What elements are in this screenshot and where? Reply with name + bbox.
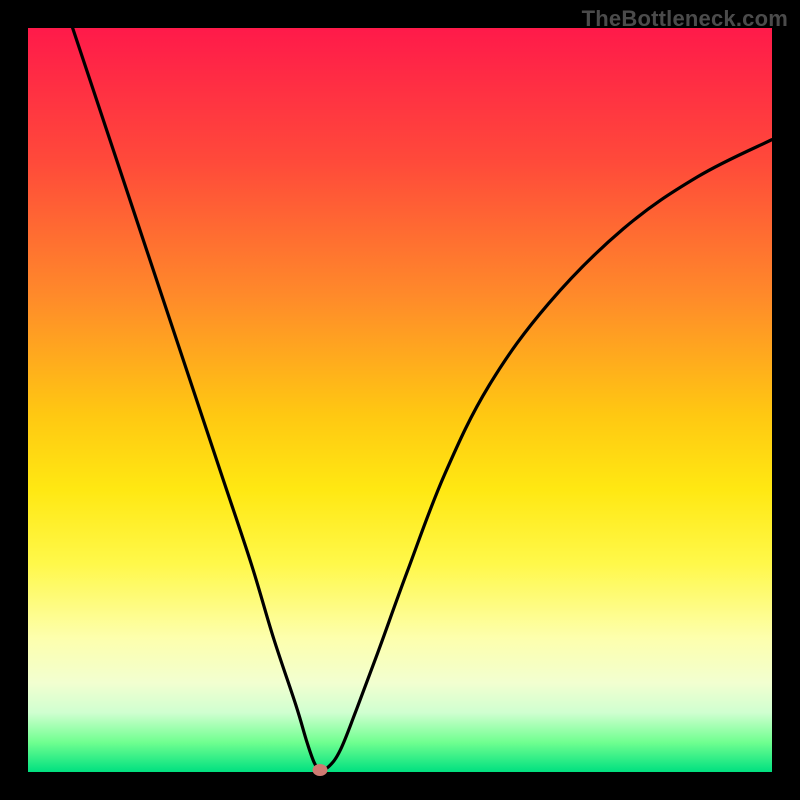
bottleneck-curve: [28, 28, 772, 772]
minimum-marker: [313, 764, 328, 776]
plot-area: [28, 28, 772, 772]
watermark-text: TheBottleneck.com: [582, 6, 788, 32]
chart-frame: TheBottleneck.com: [0, 0, 800, 800]
